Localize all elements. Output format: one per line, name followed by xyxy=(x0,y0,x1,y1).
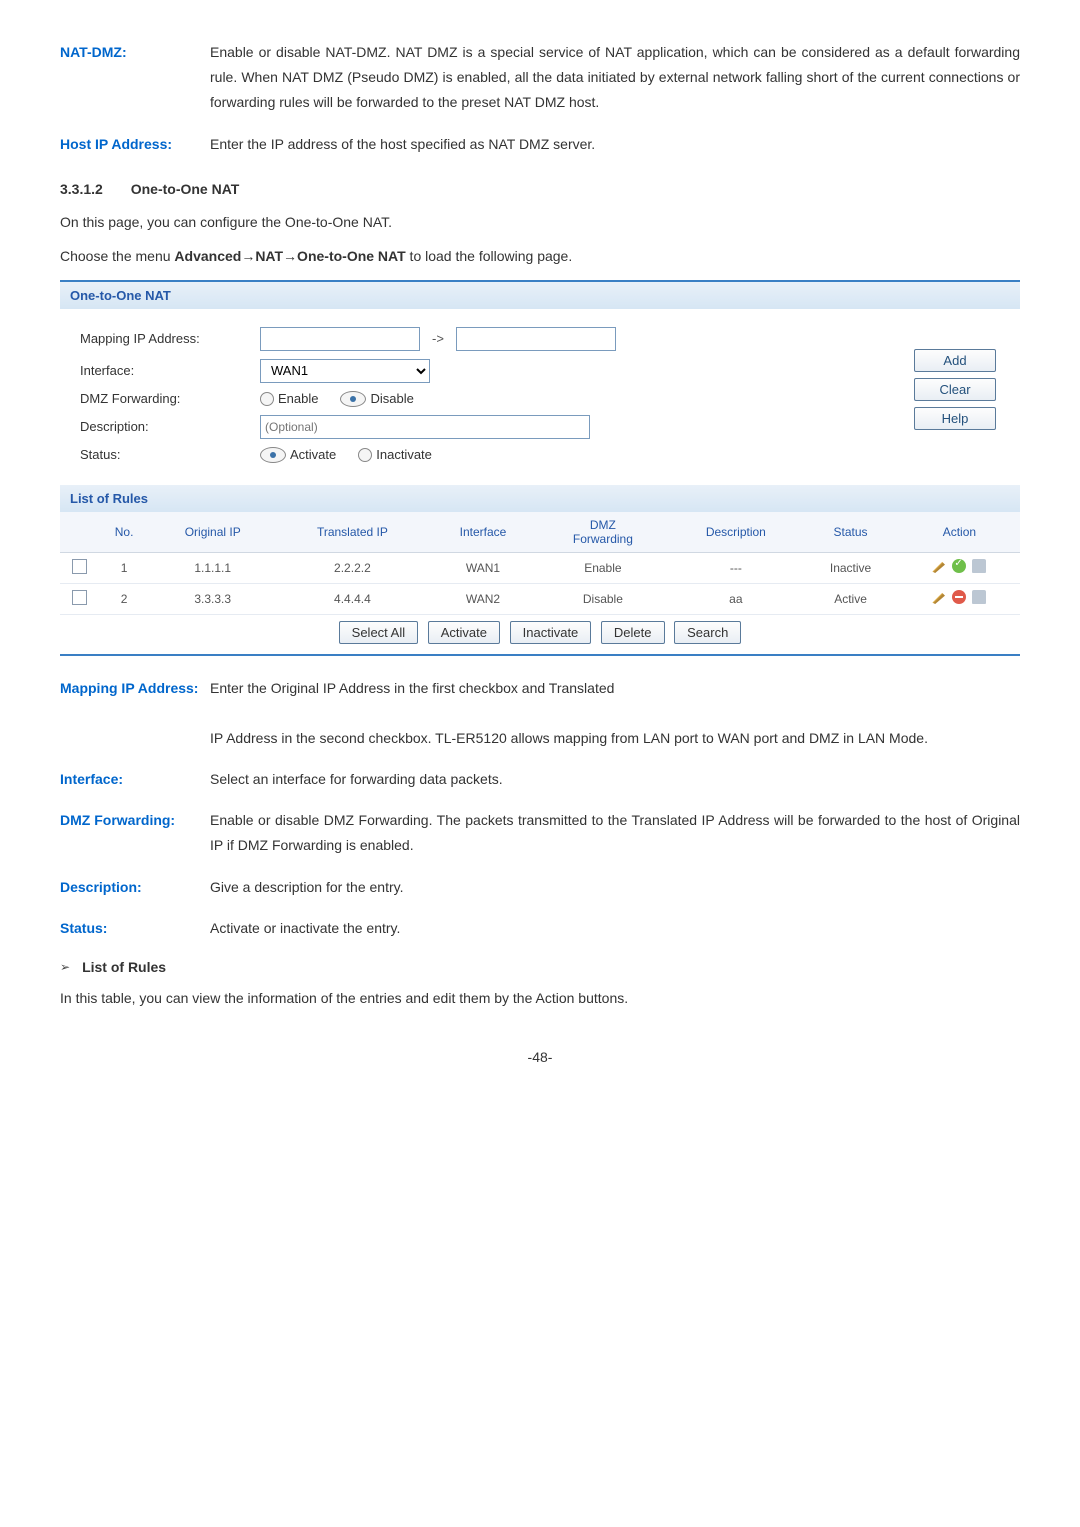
status-def-text: Activate or inactivate the entry. xyxy=(210,916,1020,941)
description-def-label: Description: xyxy=(60,875,210,900)
table-row: 1 1.1.1.1 2.2.2.2 WAN1 Enable --- Inacti… xyxy=(60,552,1020,583)
page-number: -48- xyxy=(60,1049,1020,1065)
hostip-text: Enter the IP address of the host specifi… xyxy=(210,132,1020,157)
natdmz-text: Enable or disable NAT-DMZ. NAT DMZ is a … xyxy=(210,40,1020,116)
status-label: Status: xyxy=(80,447,260,462)
inactivate-icon[interactable] xyxy=(952,590,966,604)
hostip-label: Host IP Address: xyxy=(60,132,210,157)
section-heading: 3.3.1.2 One-to-One NAT xyxy=(60,181,1020,197)
panel-title: One-to-One NAT xyxy=(60,282,1020,309)
original-ip-input[interactable] xyxy=(260,327,420,351)
cell-desc: --- xyxy=(669,552,802,583)
cell-desc: aa xyxy=(669,583,802,614)
description-input[interactable] xyxy=(260,415,590,439)
rules-table: No. Original IP Translated IP Interface … xyxy=(60,512,1020,615)
cell-status: Inactive xyxy=(802,552,898,583)
radio-icon xyxy=(260,447,286,463)
search-button[interactable]: Search xyxy=(674,621,741,644)
mapping-line1: Enter the Original IP Address in the fir… xyxy=(210,680,614,696)
interface-label: Interface: xyxy=(80,363,260,378)
dmz-enable-radio[interactable]: Enable xyxy=(260,391,318,406)
status-def-label: Status: xyxy=(60,916,210,941)
cell-iface: WAN1 xyxy=(430,552,537,583)
radio-icon xyxy=(358,448,372,462)
row-checkbox[interactable] xyxy=(72,590,87,605)
dmz-def-text: Enable or disable DMZ Forwarding. The pa… xyxy=(210,808,1020,858)
clear-button[interactable]: Clear xyxy=(914,378,996,401)
activate-icon[interactable] xyxy=(952,559,966,573)
list-rules-text: In this table, you can view the informat… xyxy=(60,987,1020,1009)
col-no: No. xyxy=(98,512,150,553)
dmzfwd-label: DMZ Forwarding: xyxy=(80,391,260,406)
interface-def-label: Interface: xyxy=(60,767,210,792)
nav-line: Choose the menu Advanced→NAT→One-to-One … xyxy=(60,245,1020,267)
edit-icon[interactable] xyxy=(932,559,946,573)
col-action: Action xyxy=(899,512,1020,553)
section-title: One-to-One NAT xyxy=(131,181,240,197)
row-checkbox[interactable] xyxy=(72,559,87,574)
mapping-line2: IP Address in the second checkbox. TL-ER… xyxy=(210,730,928,746)
enable-text: Enable xyxy=(278,391,318,406)
interface-def-text: Select an interface for forwarding data … xyxy=(210,767,1020,792)
col-original-ip: Original IP xyxy=(150,512,275,553)
delete-icon[interactable] xyxy=(972,590,986,604)
disable-text: Disable xyxy=(370,391,413,406)
section-number: 3.3.1.2 xyxy=(60,181,103,197)
status-inactivate-radio[interactable]: Inactivate xyxy=(358,447,432,462)
table-footer: Select All Activate Inactivate Delete Se… xyxy=(60,615,1020,654)
delete-icon[interactable] xyxy=(972,559,986,573)
col-interface: Interface xyxy=(430,512,537,553)
chevron-right-icon: ➢ xyxy=(60,960,70,974)
nav-prefix: Choose the menu xyxy=(60,248,174,264)
col-dmz-forwarding: DMZ Forwarding xyxy=(536,512,669,553)
cell-no: 1 xyxy=(98,552,150,583)
translated-ip-input[interactable] xyxy=(456,327,616,351)
cell-iface: WAN2 xyxy=(430,583,537,614)
status-activate-radio[interactable]: Activate xyxy=(260,447,336,463)
col-status: Status xyxy=(802,512,898,553)
cell-trans: 2.2.2.2 xyxy=(275,552,429,583)
mapping-label: Mapping IP Address: xyxy=(80,331,260,346)
inactivate-text: Inactivate xyxy=(376,447,432,462)
nav-bold: Advanced→NAT→One-to-One NAT xyxy=(174,248,405,264)
col-description: Description xyxy=(669,512,802,553)
edit-icon[interactable] xyxy=(932,590,946,604)
cell-trans: 4.4.4.4 xyxy=(275,583,429,614)
list-rules-title: List of Rules xyxy=(82,959,166,975)
list-of-rules-heading: ➢ List of Rules xyxy=(60,959,1020,975)
arrow-icon: -> xyxy=(426,331,450,346)
natdmz-label: NAT-DMZ: xyxy=(60,40,210,116)
cell-dmz: Enable xyxy=(536,552,669,583)
cell-orig: 3.3.3.3 xyxy=(150,583,275,614)
activate-button[interactable]: Activate xyxy=(428,621,500,644)
description-label: Description: xyxy=(80,419,260,434)
dmz-disable-radio[interactable]: Disable xyxy=(340,391,413,407)
description-def-text: Give a description for the entry. xyxy=(210,875,1020,900)
select-all-button[interactable]: Select All xyxy=(339,621,418,644)
cell-orig: 1.1.1.1 xyxy=(150,552,275,583)
radio-icon xyxy=(340,391,366,407)
radio-icon xyxy=(260,392,274,406)
add-button[interactable]: Add xyxy=(914,349,996,372)
inactivate-button[interactable]: Inactivate xyxy=(510,621,592,644)
col-translated-ip: Translated IP xyxy=(275,512,429,553)
delete-button[interactable]: Delete xyxy=(601,621,665,644)
table-row: 2 3.3.3.3 4.4.4.4 WAN2 Disable aa Active xyxy=(60,583,1020,614)
cell-status: Active xyxy=(802,583,898,614)
interface-select[interactable]: WAN1 xyxy=(260,359,430,383)
cell-dmz: Disable xyxy=(536,583,669,614)
mapping-def-label: Mapping IP Address: xyxy=(60,676,210,752)
help-button[interactable]: Help xyxy=(914,407,996,430)
dmz-def-label: DMZ Forwarding: xyxy=(60,808,210,858)
list-of-rules-header: List of Rules xyxy=(60,485,1020,512)
mapping-def-text: Enter the Original IP Address in the fir… xyxy=(210,676,1020,752)
intro-text: On this page, you can configure the One-… xyxy=(60,211,1020,233)
activate-text: Activate xyxy=(290,447,336,462)
nav-suffix: to load the following page. xyxy=(406,248,573,264)
cell-no: 2 xyxy=(98,583,150,614)
one-to-one-nat-panel: One-to-One NAT Mapping IP Address: -> In… xyxy=(60,280,1020,656)
